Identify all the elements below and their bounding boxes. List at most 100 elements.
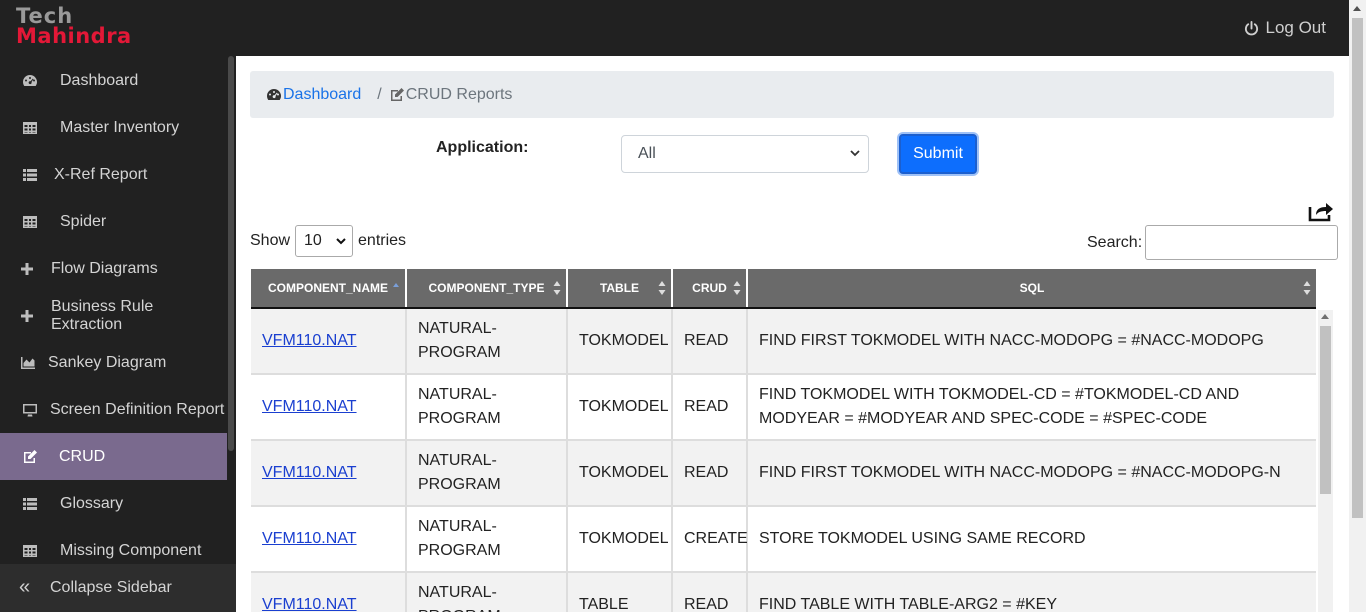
sidebar: Dashboard Master Inventory X-Ref Report … (0, 56, 236, 612)
column-header-table[interactable]: TABLE (568, 269, 673, 307)
breadcrumb: Dashboard / CRUD Reports (250, 71, 1334, 118)
column-header-label: CRUD (692, 281, 727, 295)
cell-table: TABLE (568, 573, 673, 612)
sidebar-item-label: Master Inventory (60, 118, 180, 136)
breadcrumb-dashboard-label: Dashboard (283, 85, 362, 103)
cell-component-name: VFM110.NAT (251, 507, 407, 571)
breadcrumb-dashboard-link[interactable]: Dashboard (266, 86, 361, 104)
table-icon (21, 213, 39, 231)
cell-component-type: NATURAL-PROGRAM (407, 375, 568, 439)
component-link[interactable]: VFM110.NAT (262, 329, 357, 353)
collapse-sidebar-button[interactable]: « Collapse Sidebar (0, 564, 236, 612)
sidebar-item-master-inventory[interactable]: Master Inventory (0, 104, 227, 151)
application-select[interactable]: All (621, 135, 869, 173)
cell-sql: FIND FIRST TOKMODEL WITH NACC-MODOPG = #… (759, 332, 1264, 349)
cell-component-type: NATURAL-PROGRAM (407, 441, 568, 505)
table-row: VFM110.NAT NATURAL-PROGRAM TOKMODEL READ… (251, 309, 1316, 375)
sidebar-item-glossary[interactable]: Glossary (0, 480, 227, 527)
sort-icon (658, 281, 666, 295)
table-header: COMPONENT_NAME COMPONENT_TYPE TABLE CRUD… (251, 269, 1316, 309)
chevron-down-icon (336, 238, 346, 245)
sidebar-item-spider[interactable]: Spider (0, 198, 227, 245)
logout-label: Log Out (1265, 18, 1327, 37)
sidebar-item-business-rule-extraction[interactable]: Business Rule Extraction (0, 292, 227, 339)
table-scrollbar-thumb[interactable] (1320, 326, 1331, 494)
table-scrollbar[interactable] (1318, 310, 1333, 612)
cell-component-type: NATURAL-PROGRAM (407, 573, 568, 612)
sidebar-item-label: Glossary (60, 494, 124, 512)
component-link[interactable]: VFM110.NAT (262, 461, 357, 485)
entries-per-page-value: 10 (304, 232, 322, 249)
page-scrollbar-thumb[interactable] (1352, 18, 1363, 518)
table-row: VFM110.NAT NATURAL-PROGRAM TOKMODEL READ… (251, 375, 1316, 441)
column-header-label: COMPONENT_TYPE (428, 281, 545, 295)
plus-icon (18, 260, 36, 278)
edit-icon (21, 448, 39, 466)
component-link[interactable]: VFM110.NAT (262, 527, 357, 551)
application-label: Application: (436, 139, 529, 156)
sidebar-item-label: Spider (60, 212, 107, 230)
show-entries-control: Show 10 entries (250, 225, 406, 257)
column-header-crud[interactable]: CRUD (673, 269, 748, 307)
export-icon[interactable] (1308, 200, 1334, 222)
search-input[interactable] (1145, 225, 1339, 260)
scroll-up-arrow-icon[interactable] (1321, 314, 1329, 319)
column-header-component-name[interactable]: COMPONENT_NAME (251, 269, 407, 307)
cell-crud: READ (673, 573, 748, 612)
entries-per-page-select[interactable]: 10 (295, 225, 354, 257)
sidebar-item-label: Dashboard (60, 71, 139, 89)
list-icon (21, 495, 39, 513)
cell-crud: READ (673, 375, 748, 439)
collapse-sidebar-label: Collapse Sidebar (50, 579, 172, 596)
table-row: VFM110.NAT NATURAL-PROGRAM TABLE READ FI… (251, 573, 1316, 612)
cell-table: TOKMODEL (568, 309, 673, 373)
search-label: Search: (1087, 233, 1143, 251)
sidebar-item-dashboard[interactable]: Dashboard (0, 57, 227, 104)
column-header-component-type[interactable]: COMPONENT_TYPE (407, 269, 568, 307)
breadcrumb-current: CRUD Reports (389, 86, 512, 104)
desktop-icon (21, 401, 39, 419)
column-header-label: COMPONENT_NAME (267, 281, 388, 295)
table-icon (21, 119, 39, 137)
cell-component-type: NATURAL-PROGRAM (407, 507, 568, 571)
sort-icon (1303, 281, 1311, 295)
tech-mahindra-logo[interactable]: Tech Mahindra (16, 6, 132, 47)
column-header-sql[interactable]: SQL (748, 269, 1316, 307)
entries-label: entries (358, 232, 407, 249)
cell-component-name: VFM110.NAT (251, 309, 407, 373)
sidebar-item-x-ref-report[interactable]: X-Ref Report (0, 151, 227, 198)
page-scrollbar[interactable] (1349, 0, 1366, 612)
sidebar-item-screen-definition-report[interactable]: Screen Definition Report (0, 386, 227, 433)
cell-component-name: VFM110.NAT (251, 441, 407, 505)
cell-table: TOKMODEL (568, 507, 673, 571)
breadcrumb-separator: / (377, 85, 382, 103)
cell-component-name: VFM110.NAT (251, 573, 407, 612)
component-link[interactable]: VFM110.NAT (262, 593, 357, 612)
sidebar-item-label: Business Rule Extraction (51, 297, 154, 333)
sidebar-scrollbar[interactable] (228, 56, 234, 451)
sidebar-item-sankey-diagram[interactable]: Sankey Diagram (0, 339, 227, 386)
table-row: VFM110.NAT NATURAL-PROGRAM TOKMODEL CREA… (251, 507, 1316, 573)
sidebar-item-crud[interactable]: CRUD (0, 433, 227, 480)
cell-crud: READ (673, 309, 748, 373)
sidebar-item-flow-diagrams[interactable]: Flow Diagrams (0, 245, 227, 292)
scroll-up-arrow-icon[interactable] (1353, 6, 1361, 11)
cell-sql: STORE TOKMODEL USING SAME RECORD (759, 530, 1086, 547)
dashboard-icon (21, 72, 39, 90)
cell-crud: CREATE (673, 507, 748, 571)
sidebar-item-label: Screen Definition Report (50, 400, 225, 418)
cell-sql: FIND FIRST TOKMODEL WITH NACC-MODOPG = #… (759, 464, 1281, 481)
submit-button[interactable]: Submit (899, 134, 977, 174)
column-header-label: TABLE (599, 281, 640, 295)
logout-button[interactable]: Log Out (1244, 18, 1327, 38)
sidebar-item-label: CRUD (59, 447, 106, 465)
sidebar-item-label: X-Ref Report (54, 165, 148, 183)
table-icon (21, 542, 39, 560)
top-bar: Tech Mahindra Log Out (0, 0, 1366, 56)
dashboard-icon (267, 88, 281, 100)
edit-icon (390, 87, 404, 101)
sort-ascending-icon (393, 283, 399, 287)
table-body: VFM110.NAT NATURAL-PROGRAM TOKMODEL READ… (251, 309, 1316, 612)
component-link[interactable]: VFM110.NAT (262, 395, 357, 419)
sort-icon (733, 281, 741, 295)
